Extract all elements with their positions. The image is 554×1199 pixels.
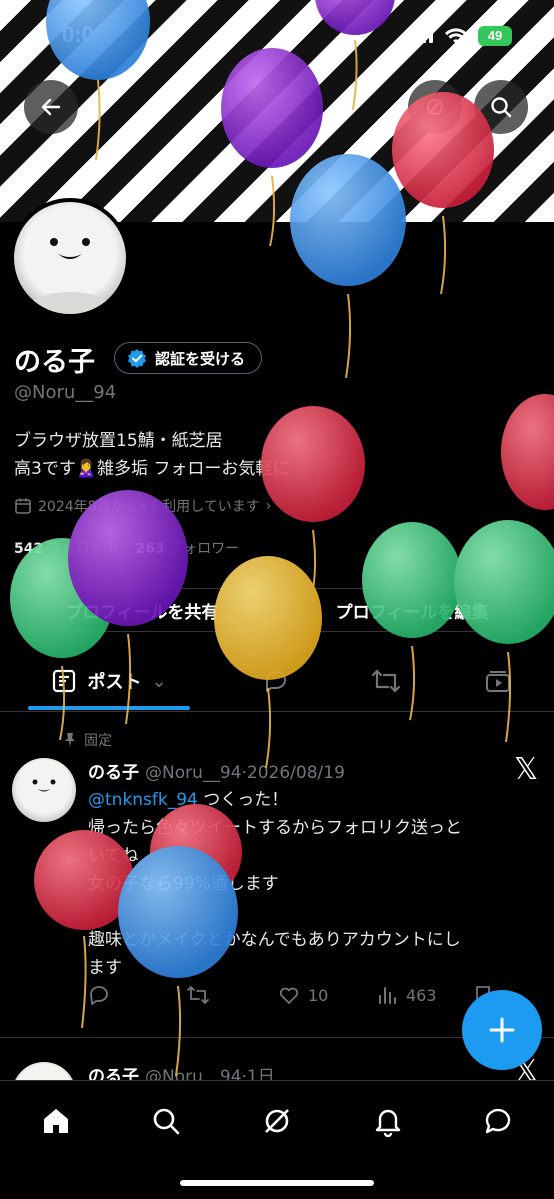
reply-button[interactable] [88,984,110,1006]
status-time: 0:09 [62,22,107,47]
post-line: いてね [88,846,139,866]
profile-bio: ブラウザ放置15鯖・紙芝居 高3です🙎‍♀️雑多垢 フォローお気軽に [14,427,289,483]
repost-button[interactable] [186,984,210,1006]
get-verified-label: 認証を受ける [155,349,246,368]
tab-reposts[interactable] [358,652,414,710]
messages-icon [485,1108,511,1134]
tab-posts-label: ポスト [87,672,142,693]
post-line: ます [88,958,122,978]
following-label: フォロー中 [47,541,118,557]
post-line: 女の子なら99%通します [88,874,279,894]
post-line: つくった！ [197,790,289,810]
post-header: のる子 @Noru__94·2026/08/19 [88,758,345,783]
battery-indicator: 49 [478,26,512,46]
joined-date: 2024年8月からXを利用しています › [14,496,271,516]
post-line-blank [88,898,538,926]
bio-line: 高3です🙎‍♀️雑多垢 フォローお気軽に [14,459,290,479]
verified-badge-icon [128,349,146,368]
posts-icon [53,669,76,693]
post-meta: @Noru__94·2026/08/19 [145,763,345,783]
status-bar: 0:09 49 [0,0,554,74]
avatar-face-icon [30,238,110,314]
notifications-icon [375,1109,401,1137]
home-indicator [180,1180,374,1186]
media-tab-icon [486,671,510,692]
nav-notifications[interactable] [366,1099,410,1143]
like-button[interactable]: 10 [278,984,328,1006]
pin-icon [65,733,75,747]
search-icon [153,1108,180,1135]
wifi-icon [445,28,467,44]
search-icon [491,97,512,118]
calendar-icon [15,498,31,514]
view-count: 463 [406,985,437,1005]
followers-count: 263 [135,541,165,557]
repost-icon [187,986,209,1004]
x-logo-icon[interactable]: 𝕏 [514,752,538,787]
nav-search[interactable] [144,1099,188,1143]
post-text: @tnknsfk_94 つくった！ 帰ったら色々ツイートするからフォロリク送っと… [88,786,538,982]
back-arrow-icon [41,98,61,116]
followers-label: フォロワー [169,541,240,557]
views-button[interactable]: 463 [376,984,437,1006]
following-link[interactable]: 542 フォロー中 [14,541,118,557]
profile-handle: @Noru__94 [14,382,117,403]
compose-post-button[interactable] [462,990,542,1070]
home-icon [44,1109,68,1133]
post-line: 趣味とかメイクとかなんでもありアカウントにし [88,930,461,950]
nav-grok[interactable] [255,1099,299,1143]
signal-icon [408,28,433,43]
repost-tab-icon [371,669,401,693]
tab-media[interactable] [470,652,526,710]
plus-icon [489,1017,515,1043]
pinned-label: 固定 [84,733,112,749]
get-verified-button[interactable]: 認証を受ける [114,342,263,374]
avatar-face-icon [32,779,56,792]
nav-messages[interactable] [476,1099,520,1143]
following-count: 542 [14,541,44,557]
bio-line: ブラウザ放置15鯖・紙芝居 [14,431,223,451]
tab-posts[interactable]: ポスト ⌄ [28,652,190,710]
joined-text: 2024年8月からXを利用しています [38,499,260,515]
like-count: 10 [308,985,329,1005]
back-button[interactable] [24,80,78,134]
grok-icon [265,1109,289,1133]
profile-screen: 0:09 49 のる子 認証を受ける @Noru__94 ブラウザ放置15鯖・紙… [0,0,554,1199]
profile-name: のる子 [14,347,95,378]
grok-icon [427,99,443,115]
chevron-down-icon: ⌄ [151,670,167,692]
tab-replies[interactable] [248,652,304,710]
follow-stats: 542 フォロー中 263 フォロワー [14,538,239,558]
post-avatar[interactable] [12,758,76,822]
followers-link[interactable]: 263 フォロワー [136,541,240,557]
nav-home[interactable] [34,1099,78,1143]
mention-link[interactable]: @tnknsfk_94 [88,790,198,810]
edit-profile-button[interactable]: プロフィールを編集 [284,588,540,632]
like-icon [279,987,299,1004]
active-tab-indicator [28,706,190,710]
pinned-indicator: 固定 [62,730,112,750]
grok-button[interactable] [408,80,462,134]
profile-tabs: ポスト ⌄ [0,652,554,712]
post-author[interactable]: のる子 [88,763,139,783]
post-line: 帰ったら色々ツイートするからフォロリク送っと [88,818,462,838]
search-button[interactable] [474,80,528,134]
chevron-right-icon: › [265,498,272,514]
reply-tab-icon [266,671,286,692]
reply-icon [90,986,108,1005]
share-profile-button[interactable]: プロフィールを共有 [14,588,270,632]
views-icon [379,987,396,1004]
profile-avatar[interactable] [10,198,130,318]
